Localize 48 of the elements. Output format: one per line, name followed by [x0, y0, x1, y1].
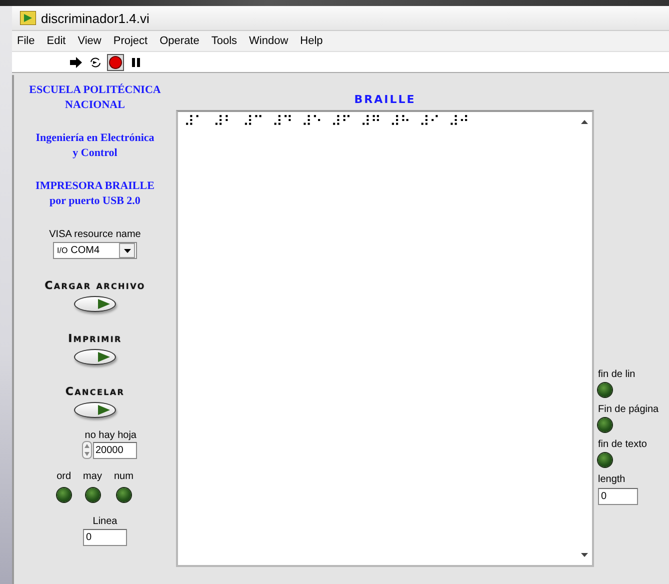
number-field[interactable]: 20000 — [92, 442, 136, 458]
pause-icon — [130, 56, 140, 68]
play-icon — [98, 405, 110, 415]
menu-item[interactable]: Tools — [210, 34, 238, 48]
field-label: VISA resource name — [49, 229, 141, 240]
field-label: Linea — [92, 516, 118, 527]
field-label: length — [598, 474, 626, 485]
number-field: 0 — [83, 529, 127, 546]
text-area[interactable]: ⠼⠁ ⠼⠃ ⠼⠉ ⠼⠙ ⠼⠑ ⠼⠋ ⠼⠛ ⠼⠓ ⠼⠊ ⠼⠚ — [176, 110, 594, 567]
menu-item[interactable]: View — [76, 34, 102, 48]
button-label: Imprimir — [68, 332, 122, 345]
circular-arrows-icon — [89, 56, 102, 68]
window-title: discriminador1.4.vi — [41, 10, 150, 26]
menu-item[interactable]: Edit — [46, 34, 67, 48]
push-button[interactable] — [74, 296, 116, 312]
heading-text: IMPRESORA BRAILLE por puerto USB 2.0 — [36, 179, 154, 209]
push-button[interactable] — [74, 402, 116, 418]
spinner-arrows-icon[interactable] — [82, 441, 92, 459]
led-label: Fin de página — [598, 404, 659, 415]
menu-item[interactable]: Project — [112, 34, 149, 48]
scroll-up-icon[interactable] — [581, 120, 588, 124]
led-label: may — [83, 471, 102, 482]
number-field: 0 — [598, 488, 638, 505]
resource-dropdown[interactable]: I/O COM4 — [53, 242, 137, 259]
led-label: ord — [56, 471, 72, 482]
app-icon — [20, 11, 36, 25]
menu-item[interactable]: Help — [299, 34, 324, 48]
io-prefix: I/O — [56, 246, 69, 255]
led-label: fin de texto — [598, 439, 648, 450]
led-label: num — [114, 471, 134, 482]
menu-item[interactable]: Window — [248, 34, 290, 48]
button-label: Cargar archivo — [44, 279, 146, 292]
heading-text: ESCUELA POLITÉCNICA NACIONAL — [29, 83, 161, 113]
button-label: Cancelar — [65, 385, 125, 398]
abort-button[interactable] — [107, 54, 124, 70]
panel-title: BRAILLE — [354, 93, 416, 106]
field-label: no hay hoja — [84, 430, 136, 441]
led-label: fin de lin — [598, 369, 636, 380]
menu-item[interactable]: File — [16, 34, 36, 48]
braille-text: ⠼⠁ ⠼⠃ ⠼⠉ ⠼⠙ ⠼⠑ ⠼⠋ ⠼⠛ ⠼⠓ ⠼⠊ ⠼⠚ — [183, 113, 470, 132]
run-arrow-icon — [70, 56, 82, 68]
push-button[interactable] — [74, 349, 116, 365]
play-icon — [98, 299, 110, 309]
play-icon — [98, 352, 110, 362]
scroll-down-icon[interactable] — [581, 553, 588, 557]
heading-text: Ingeniería en Electrónica y Control — [36, 131, 154, 161]
stop-icon — [109, 56, 122, 68]
menu-item[interactable]: Operate — [158, 34, 200, 48]
